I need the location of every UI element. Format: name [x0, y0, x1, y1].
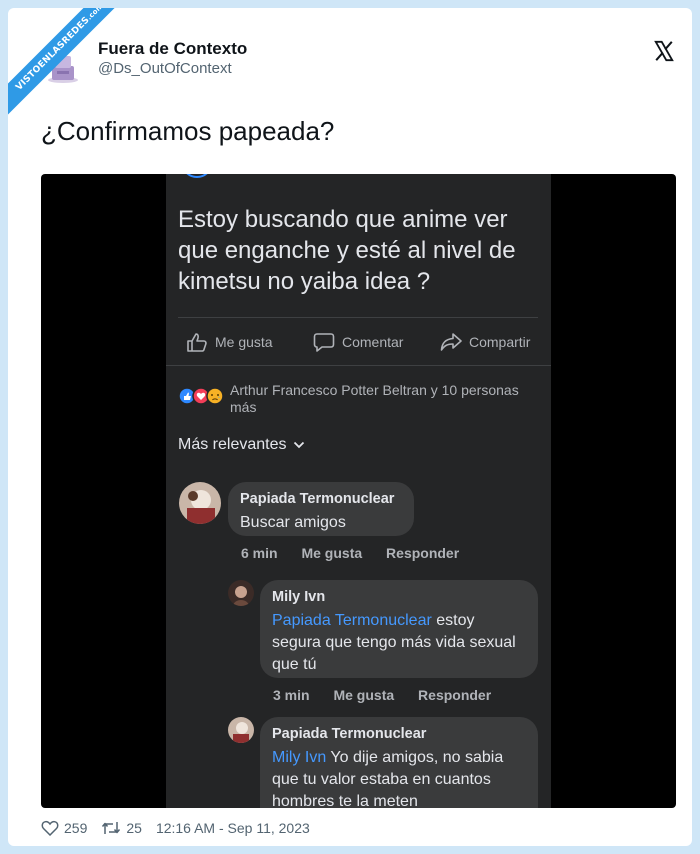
post-divider — [178, 317, 538, 318]
comment-like-link[interactable]: Me gusta — [333, 687, 394, 703]
post-body: Estoy buscando que anime ver que enganch… — [178, 206, 516, 295]
retweet-icon — [102, 822, 121, 834]
heart-icon — [41, 820, 59, 836]
watermark-text: VISTOENLASREDES.com — [8, 8, 138, 126]
comment-time: 3 min — [273, 687, 310, 703]
thumbs-up-icon — [187, 333, 207, 352]
watermark-ribbon: VISTOENLASREDES.com — [8, 8, 138, 138]
sort-label: Más relevantes — [178, 436, 287, 453]
comment-bubble: Mily Ivn Papiada Termonuclear estoy segu… — [260, 580, 538, 678]
comment-bubble: Papiada Termonuclear Mily Ivn Yo dije am… — [260, 717, 538, 808]
commenter-avatar[interactable] — [228, 717, 254, 743]
profile-ring-icon — [186, 174, 208, 178]
sort-dropdown[interactable]: Más relevantes — [178, 436, 305, 454]
comment-mention[interactable]: Papiada Termonuclear — [272, 612, 432, 629]
comment-text: Buscar amigos — [240, 514, 346, 531]
comment-text: Papiada Termonuclear estoy segura que te… — [272, 612, 516, 673]
retweet-stat[interactable]: 25 — [101, 820, 142, 836]
reactions-text: Arthur Francesco Potter Beltran y 10 per… — [230, 382, 519, 415]
comment-icon — [313, 333, 335, 352]
comment-like-link[interactable]: Me gusta — [301, 545, 362, 561]
comment-author[interactable]: Papiada Termonuclear — [240, 490, 402, 509]
like-stat[interactable]: 259 — [41, 820, 87, 836]
like-action[interactable]: Me gusta — [186, 328, 273, 356]
comment-author[interactable]: Mily Ivn — [272, 588, 526, 607]
tweet-media[interactable]: Estoy buscando que anime ver que enganch… — [41, 174, 676, 808]
share-label: Compartir — [469, 334, 531, 350]
comment-author[interactable]: Papiada Termonuclear — [272, 725, 526, 744]
comment-text: Mily Ivn Yo dije amigos, no sabia que tu… — [272, 749, 504, 808]
comment-action[interactable]: Comentar — [313, 328, 403, 356]
commenter-avatar[interactable] — [179, 482, 221, 524]
actions-divider — [166, 365, 551, 366]
tweet-card: VISTOENLASREDES.com Fuera de Contexto @D… — [8, 8, 692, 846]
like-label: Me gusta — [215, 334, 273, 350]
tweet-footer: 259 25 12:16 AM - Sep 11, 2023 — [41, 820, 324, 836]
comment-reply-link[interactable]: Responder — [386, 545, 459, 561]
comment-time: 6 min — [241, 545, 278, 561]
share-icon — [440, 333, 462, 351]
comment-bubble: Papiada Termonuclear Buscar amigos — [228, 482, 414, 536]
timestamp[interactable]: 12:16 AM - Sep 11, 2023 — [156, 820, 310, 836]
reaction-icons — [178, 387, 224, 405]
facebook-screenshot: Estoy buscando que anime ver que enganch… — [166, 174, 551, 808]
x-logo-icon[interactable] — [653, 40, 675, 62]
comment-label: Comentar — [342, 334, 404, 350]
chevron-down-icon — [293, 441, 304, 449]
like-count: 259 — [64, 820, 88, 836]
share-action[interactable]: Compartir — [440, 328, 530, 356]
comment-mention[interactable]: Mily Ivn — [272, 749, 326, 766]
retweet-count: 25 — [126, 820, 142, 836]
comment-meta: 3 min Me gusta Responder — [273, 687, 511, 703]
commenter-avatar[interactable] — [228, 580, 254, 606]
comment-reply-link[interactable]: Responder — [418, 687, 491, 703]
comment-meta: 6 min Me gusta Responder — [241, 545, 479, 561]
